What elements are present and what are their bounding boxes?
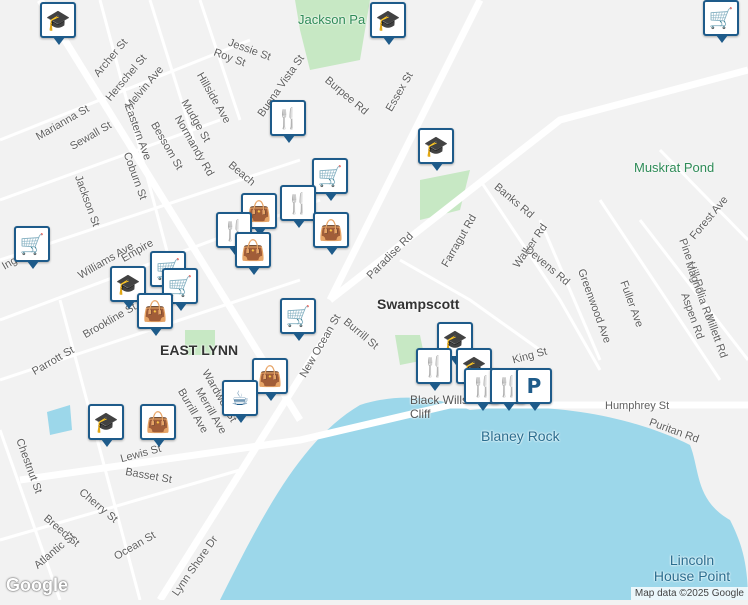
place-label: EAST LYNN	[160, 342, 239, 358]
google-logo: Google	[6, 575, 68, 595]
school-icon: 🎓	[375, 8, 401, 32]
school-icon: 🎓	[442, 328, 468, 352]
water-label: Blaney Rock	[481, 428, 560, 444]
shopping-bag-icon: 👜	[142, 299, 168, 323]
shopping-cart-icon[interactable]: 🛒	[703, 0, 739, 43]
school-icon[interactable]: 🎓	[40, 2, 76, 45]
shopping-cart-icon[interactable]: 🛒	[280, 298, 316, 341]
school-icon[interactable]: 🎓	[88, 404, 124, 447]
school-icon: 🎓	[45, 8, 71, 32]
cafe-icon: ☕	[231, 386, 249, 410]
shopping-bag-icon[interactable]: 👜	[137, 293, 173, 336]
shopping-cart-icon: 🛒	[285, 304, 311, 328]
shopping-cart-icon[interactable]: 🛒	[14, 226, 50, 269]
parking-icon[interactable]: P	[516, 368, 552, 411]
map-attribution[interactable]: Map data ©2025 Google	[630, 587, 748, 600]
shopping-bag-icon: 👜	[145, 410, 171, 434]
street-label: Humphrey St	[605, 400, 670, 412]
restaurant-icon[interactable]: 🍴	[280, 185, 316, 228]
shopping-cart-icon: 🛒	[708, 6, 734, 30]
shopping-bag-icon: 👜	[257, 364, 283, 388]
shopping-bag-icon[interactable]: 👜	[235, 232, 271, 275]
restaurant-icon: 🍴	[275, 106, 301, 130]
park-label: Muskrat Pond	[634, 160, 715, 175]
restaurant-icon: 🍴	[285, 191, 311, 215]
shopping-cart-icon: 🛒	[19, 232, 45, 256]
school-icon: 🎓	[423, 134, 449, 158]
place-label: Black Wills Cliff	[410, 393, 469, 421]
shopping-bag-icon: 👜	[318, 218, 344, 242]
shopping-bag-icon[interactable]: 👜	[140, 404, 176, 447]
shopping-bag-icon: 👜	[240, 238, 266, 262]
school-icon: 🎓	[93, 410, 119, 434]
restaurant-icon[interactable]: 🍴	[416, 348, 452, 391]
school-icon[interactable]: 🎓	[418, 128, 454, 171]
restaurant-icon[interactable]: 🍴	[270, 100, 306, 143]
shopping-bag-icon[interactable]: 👜	[313, 212, 349, 255]
shopping-cart-icon[interactable]: 🛒	[312, 158, 348, 201]
shopping-cart-icon: 🛒	[317, 164, 343, 188]
park-label: Jackson Pa	[298, 12, 366, 27]
map-canvas[interactable]: Swampscott EAST LYNN Black Wills Cliff B…	[0, 0, 748, 602]
pond-area	[47, 405, 72, 435]
place-label: Swampscott	[377, 296, 460, 312]
water-label: Lincoln House Point	[653, 552, 731, 584]
restaurant-icon: 🍴	[421, 354, 447, 378]
cafe-icon[interactable]: ☕	[222, 380, 258, 423]
parking-icon: P	[526, 374, 542, 398]
school-icon: 🎓	[115, 272, 141, 296]
school-icon[interactable]: 🎓	[370, 2, 406, 45]
